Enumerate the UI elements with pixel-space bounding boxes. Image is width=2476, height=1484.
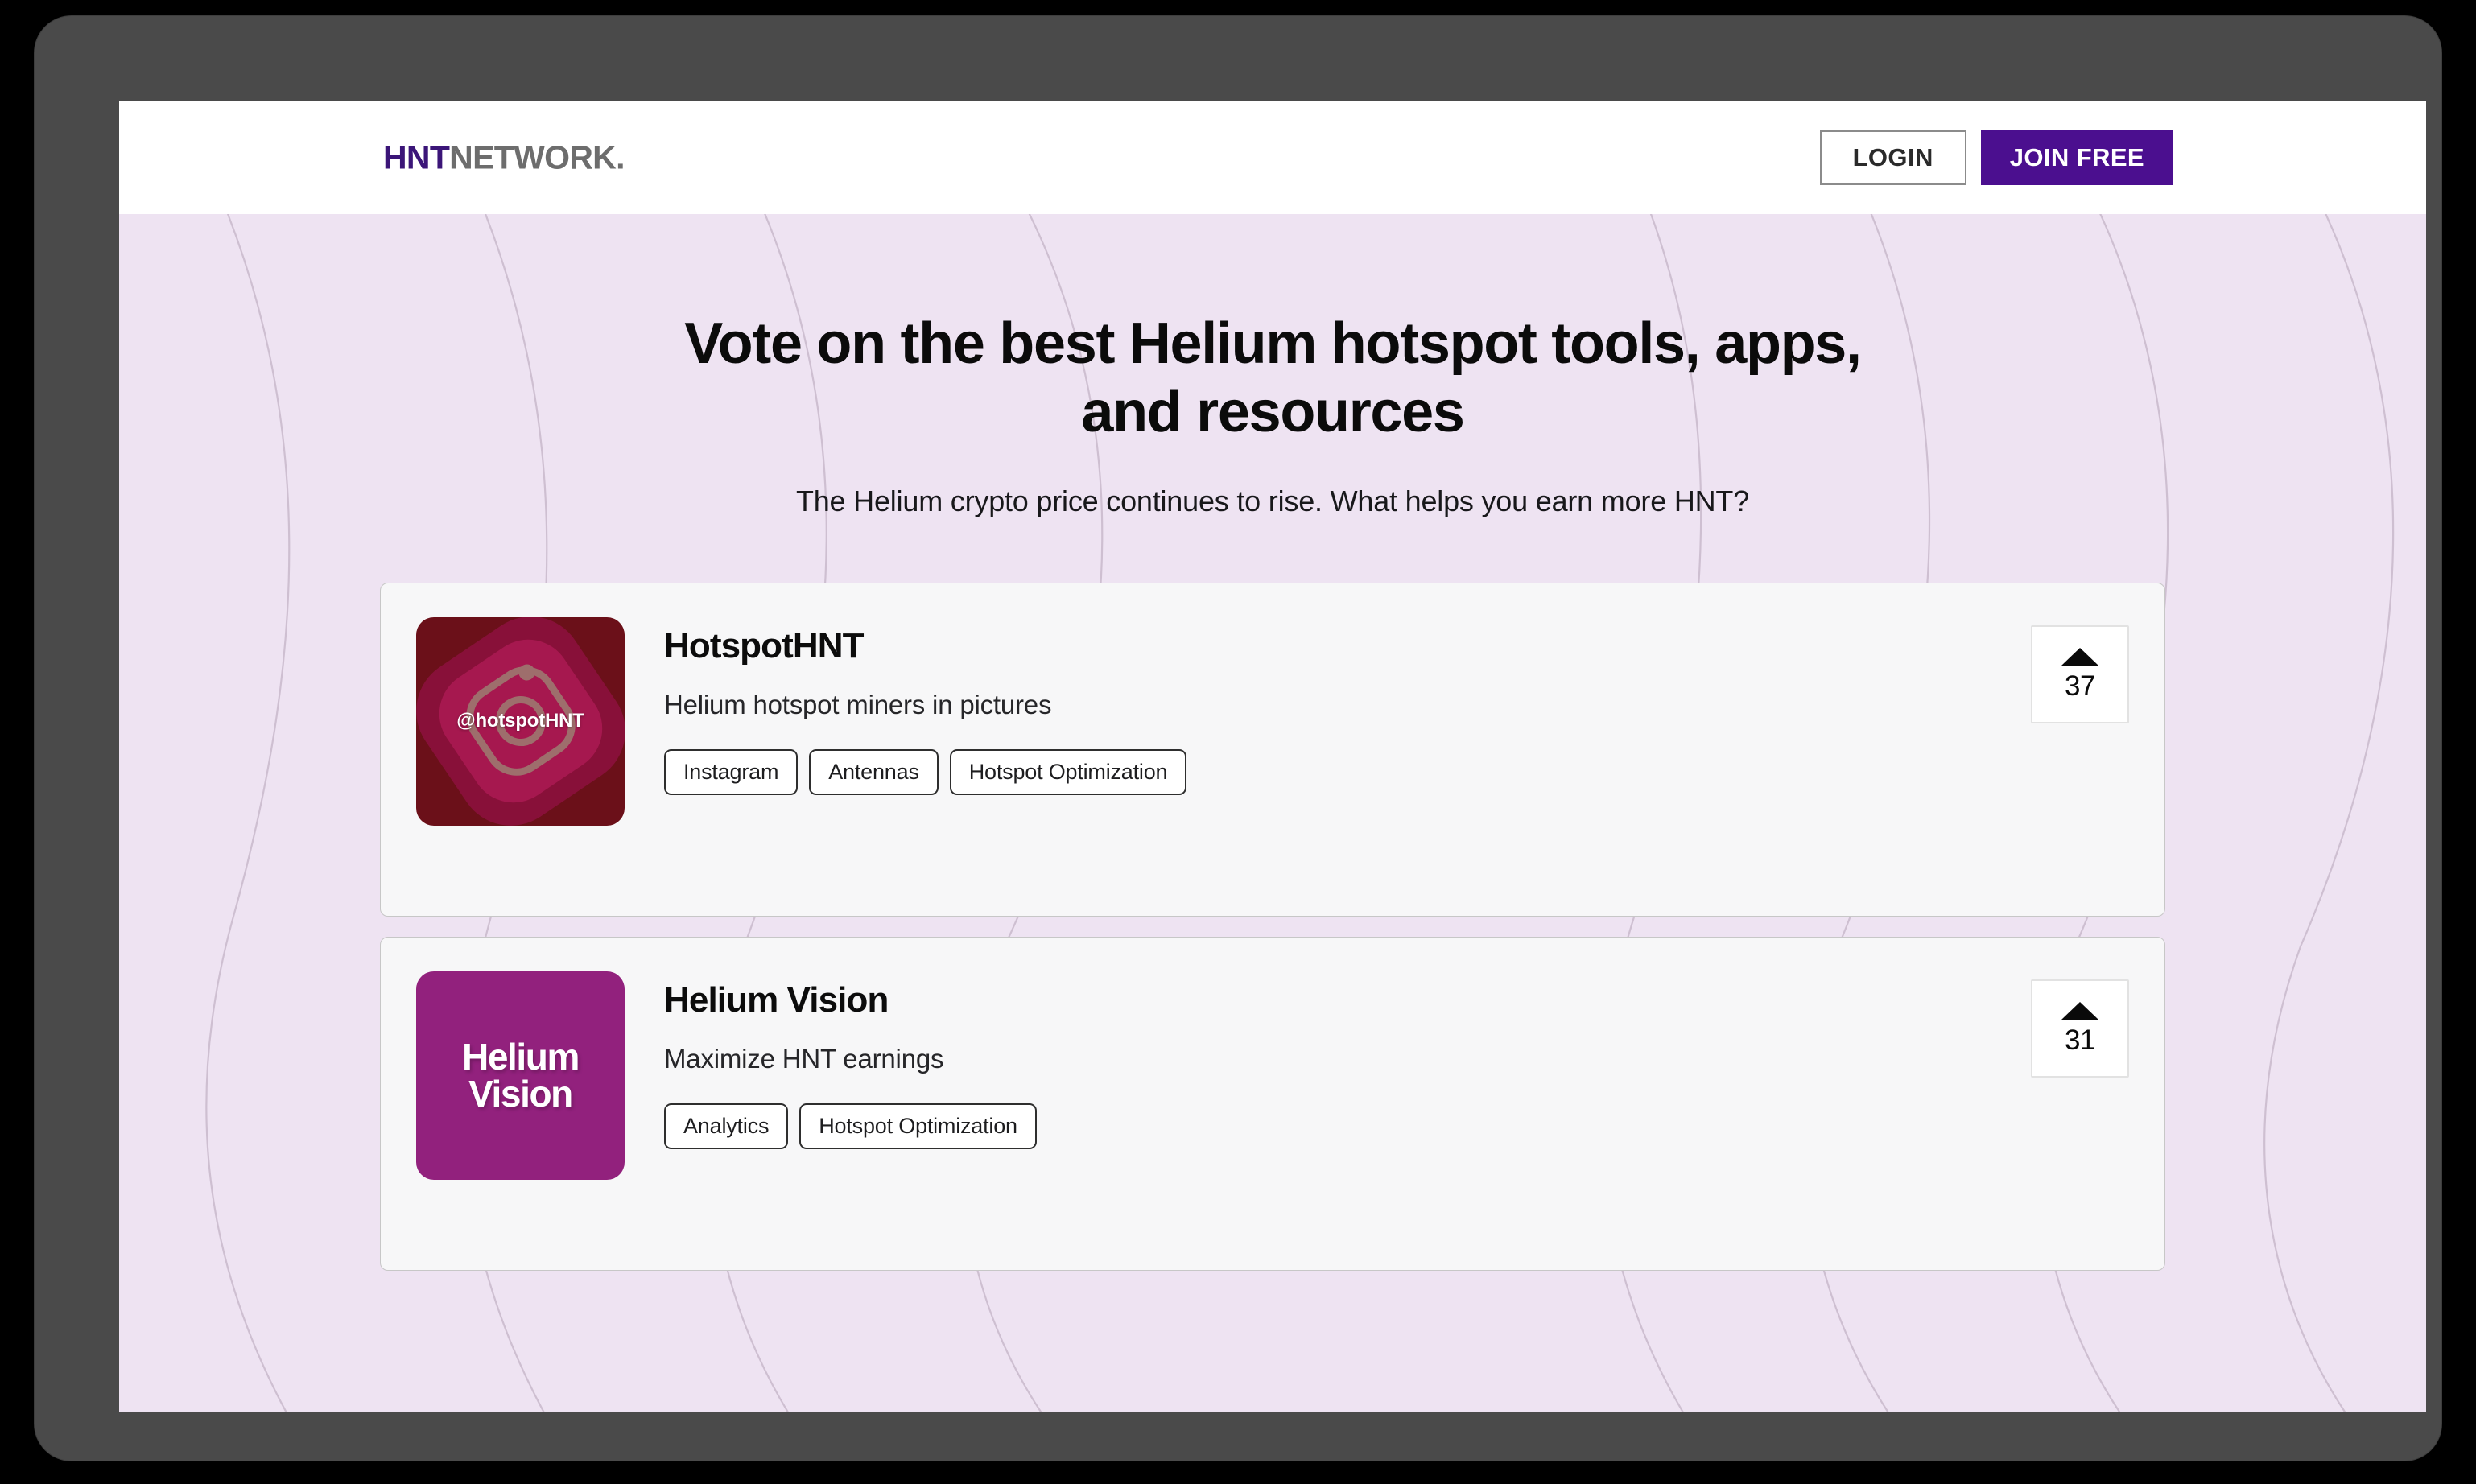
product-tagline: Helium hotspot miners in pictures — [664, 690, 1052, 720]
product-card-body: HotspotHNT Helium hotspot miners in pict… — [625, 617, 2129, 796]
product-title[interactable]: Helium Vision — [664, 980, 2129, 1020]
vote-button[interactable]: 31 — [2031, 979, 2129, 1078]
helium-vision-wordmark-line2: Vision — [468, 1073, 573, 1115]
vote-count: 37 — [2065, 670, 2095, 703]
product-tag-list: Analytics Hotspot Optimization — [664, 1103, 2129, 1150]
header-actions: LOGIN JOIN FREE — [1819, 130, 2173, 185]
hero-inner: Vote on the best Helium hotspot tools, a… — [119, 214, 2426, 518]
login-button[interactable]: LOGIN — [1819, 130, 1966, 185]
tag-pill[interactable]: Antennas — [809, 749, 939, 796]
product-title[interactable]: HotspotHNT — [664, 626, 2129, 666]
vote-button[interactable]: 37 — [2031, 625, 2129, 723]
page-title: Vote on the best Helium hotspot tools, a… — [684, 311, 1862, 444]
product-thumbnail-handle: @hotspotHNT — [456, 710, 584, 732]
product-tagline: Maximize HNT earnings — [664, 1044, 944, 1074]
upvote-arrow-icon — [2061, 648, 2098, 666]
product-list: @hotspotHNT HotspotHNT Helium hotspot mi… — [380, 582, 2165, 1271]
brand-logo[interactable]: HNTNETWORK. — [383, 141, 625, 174]
vote-count: 31 — [2065, 1024, 2095, 1057]
product-card-body: Helium Vision Maximize HNT earnings Anal… — [625, 971, 2129, 1150]
browser-viewport: HNTNETWORK. LOGIN JOIN FREE Vote on the … — [119, 101, 2426, 1412]
upvote-arrow-icon — [2061, 1002, 2098, 1020]
brand-logo-secondary: NETWORK. — [449, 138, 625, 175]
tag-pill[interactable]: Hotspot Optimization — [949, 749, 1187, 796]
brand-logo-primary: HNT — [383, 138, 450, 175]
product-card[interactable]: Helium Vision Helium Vision Maximize HNT… — [380, 936, 2165, 1271]
product-thumbnail-hotspothnt: @hotspotHNT — [416, 616, 625, 826]
tag-pill[interactable]: Analytics — [664, 1103, 789, 1150]
page-subtitle: The Helium crypto price continues to ris… — [795, 484, 1750, 517]
device-frame: HNTNETWORK. LOGIN JOIN FREE Vote on the … — [35, 16, 2441, 1461]
product-tag-list: Instagram Antennas Hotspot Optimization — [664, 749, 2129, 796]
product-card[interactable]: @hotspotHNT HotspotHNT Helium hotspot mi… — [380, 582, 2165, 917]
tag-pill[interactable]: Instagram — [664, 749, 799, 796]
helium-vision-wordmark-line1: Helium — [462, 1036, 580, 1078]
hero-section: Vote on the best Helium hotspot tools, a… — [119, 214, 2426, 1412]
product-thumbnail-heliumvision: Helium Vision — [416, 971, 625, 1180]
tag-pill[interactable]: Hotspot Optimization — [799, 1103, 1037, 1150]
helium-vision-wordmark: Helium Vision — [462, 1036, 580, 1115]
site-header: HNTNETWORK. LOGIN JOIN FREE — [119, 101, 2426, 214]
join-free-button[interactable]: JOIN FREE — [1980, 130, 2173, 185]
